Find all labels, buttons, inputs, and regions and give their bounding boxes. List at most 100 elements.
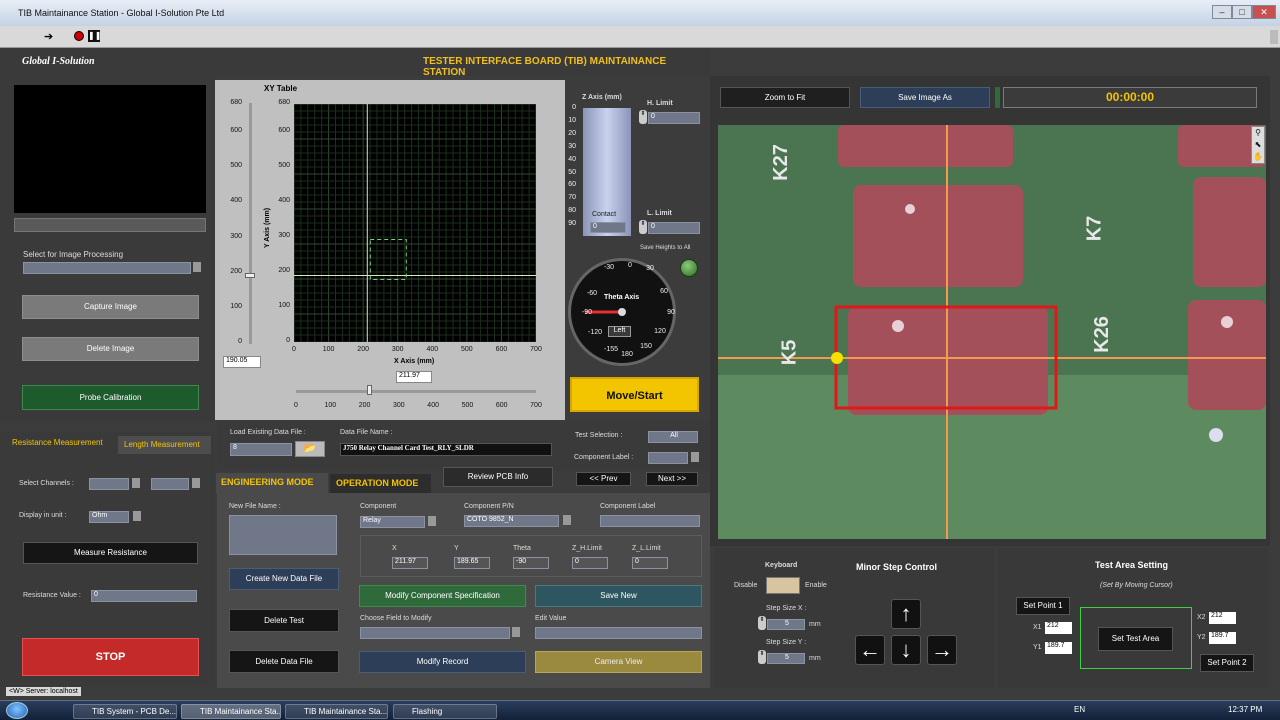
new-file-input[interactable] (229, 515, 337, 555)
taskbar-item-2[interactable]: TIB Maintainance Sta... (181, 704, 281, 719)
probe-calibration-button[interactable]: Probe Calibration (22, 385, 199, 410)
folder-browse-icon[interactable]: 📂 (295, 441, 325, 457)
y1-label: Y1 (1033, 644, 1042, 651)
dropdown-arrow-icon[interactable] (132, 478, 140, 488)
choose-field-select[interactable] (360, 627, 510, 639)
tab-operation-mode[interactable]: OPERATION MODE (330, 474, 431, 494)
step-y-stepper[interactable]: ⬍ (758, 650, 766, 664)
taskbar-item-3[interactable]: TIB Maintainance Sta... (285, 704, 388, 719)
channel-1-select[interactable] (89, 478, 129, 490)
move-start-button[interactable]: Move/Start (570, 377, 699, 412)
component-pn-select[interactable]: COTO 9852_N (464, 515, 559, 527)
save-heights-button[interactable] (680, 259, 698, 277)
minimize-button[interactable]: – (1212, 5, 1232, 19)
z-tick-label: 0 (572, 104, 576, 111)
next-button[interactable]: Next >> (646, 472, 698, 486)
create-data-file-button[interactable]: Create New Data File (229, 568, 339, 590)
prev-button[interactable]: << Prev (576, 472, 631, 486)
channel-2-select[interactable] (151, 478, 189, 490)
h-limit-stepper[interactable]: ⬍ (639, 110, 647, 124)
component-select[interactable]: Relay (360, 516, 425, 528)
tab-resistance-measurement[interactable]: Resistance Measurement (12, 438, 103, 447)
component-label-input[interactable] (600, 515, 700, 527)
brand-label: Global I-Solution (22, 56, 95, 67)
xy-plot-area[interactable] (294, 104, 536, 342)
x-tick-label: 200 (357, 346, 369, 353)
keyboard-title: Keyboard (765, 562, 798, 569)
x-slider-tick: 600 (495, 402, 508, 409)
dropdown-arrow-icon[interactable] (193, 262, 201, 272)
tab-engineering-mode[interactable]: ENGINEERING MODE (216, 473, 328, 493)
edit-value-input[interactable] (535, 627, 702, 639)
stop-button[interactable]: STOP (22, 638, 199, 676)
camera-image[interactable]: K27 K7 K5 K26 (718, 125, 1266, 539)
save-new-button[interactable]: Save New (535, 585, 702, 607)
component-label-select[interactable] (648, 452, 688, 464)
zoom-to-fit-button[interactable]: Zoom to Fit (720, 87, 850, 108)
dropdown-arrow-icon[interactable] (691, 452, 699, 462)
x-slider-thumb[interactable] (366, 385, 372, 395)
step-x-label: Step Size X : (766, 605, 807, 612)
modify-record-button[interactable]: Modify Record (359, 651, 526, 673)
keyboard-toggle[interactable] (766, 577, 800, 594)
dropdown-arrow-icon[interactable] (428, 516, 436, 526)
step-x-input[interactable]: 5 (767, 619, 805, 630)
dropdown-arrow-icon[interactable] (133, 511, 141, 521)
run-arrow-icon[interactable]: ➔ (44, 30, 53, 43)
test-area-title: Test Area Setting (1095, 560, 1169, 570)
dropdown-arrow-icon[interactable] (563, 515, 571, 525)
pause-icon[interactable]: ❚❚ (88, 30, 101, 42)
xy-table-title: XY Table (264, 84, 298, 93)
select-image-dropdown[interactable] (23, 262, 191, 274)
y-slider-tick: 400 (230, 197, 242, 205)
delete-data-file-button[interactable]: Delete Data File (229, 650, 339, 673)
z-tick-label: 40 (568, 155, 576, 163)
y-tick-label: 600 (278, 127, 290, 134)
delete-test-button[interactable]: Delete Test (229, 609, 339, 632)
capture-image-button[interactable]: Capture Image (22, 295, 199, 319)
l-limit-stepper[interactable]: ⬍ (639, 220, 647, 234)
coord-value: 189.65 (454, 557, 490, 569)
start-button-icon[interactable] (6, 702, 28, 719)
x-slider-tick: 300 (393, 402, 405, 409)
set-point-2-button[interactable]: Set Point 2 (1200, 654, 1254, 672)
arrow-up-icon[interactable]: ↑ (891, 599, 921, 629)
modify-spec-button[interactable]: Modify Component Specification (359, 585, 526, 607)
display-unit-select[interactable]: Ohm (89, 511, 129, 523)
l-limit-input[interactable]: 0 (648, 222, 700, 234)
y-slider-thumb[interactable] (245, 273, 255, 279)
measure-resistance-button[interactable]: Measure Resistance (23, 542, 198, 564)
language-indicator[interactable]: EN (1074, 705, 1085, 714)
camera-view-button[interactable]: Camera View (535, 651, 702, 673)
coord-label: Z_H.Limit (572, 545, 602, 552)
taskbar-item-4[interactable]: Flashing (393, 704, 497, 719)
y-position-input[interactable]: 190.05 (223, 356, 261, 368)
save-image-button[interactable]: Save Image As (860, 87, 990, 108)
coord-value: 0 (632, 557, 668, 569)
maximize-button[interactable]: □ (1232, 5, 1252, 19)
arrow-left-icon[interactable]: ← (855, 635, 885, 665)
load-file-input[interactable]: 8 (230, 443, 292, 456)
step-y-input[interactable]: 5 (767, 653, 805, 664)
dropdown-arrow-icon[interactable] (192, 478, 200, 488)
delete-image-button[interactable]: Delete Image (22, 337, 199, 361)
x-position-input[interactable]: 211.97 (396, 371, 432, 383)
minor-step-title: Minor Step Control (856, 562, 937, 572)
h-limit-input[interactable]: 0 (648, 112, 700, 124)
close-button[interactable]: ✕ (1252, 5, 1276, 19)
taskbar-item-1[interactable]: TIB System - PCB De... (73, 704, 177, 719)
step-x-stepper[interactable]: ⬍ (758, 616, 766, 630)
arrow-right-icon[interactable]: → (927, 635, 957, 665)
abort-icon[interactable] (74, 31, 84, 41)
test-selection-value[interactable]: All (648, 431, 698, 443)
set-point-1-button[interactable]: Set Point 1 (1016, 597, 1070, 615)
dropdown-arrow-icon[interactable] (512, 627, 520, 637)
edit-value-label: Edit Value (535, 615, 567, 622)
review-pcb-button[interactable]: Review PCB Info (443, 467, 553, 487)
scrollbar[interactable] (1270, 30, 1278, 44)
contact-value[interactable]: 0 (590, 222, 626, 233)
set-test-area-button[interactable]: Set Test Area (1098, 627, 1173, 651)
arrow-down-icon[interactable]: ↓ (891, 635, 921, 665)
tab-length-measurement[interactable]: Length Measurement (118, 436, 211, 454)
image-tools-palette[interactable]: ⚲ ⬉ ✋ (1251, 126, 1265, 164)
